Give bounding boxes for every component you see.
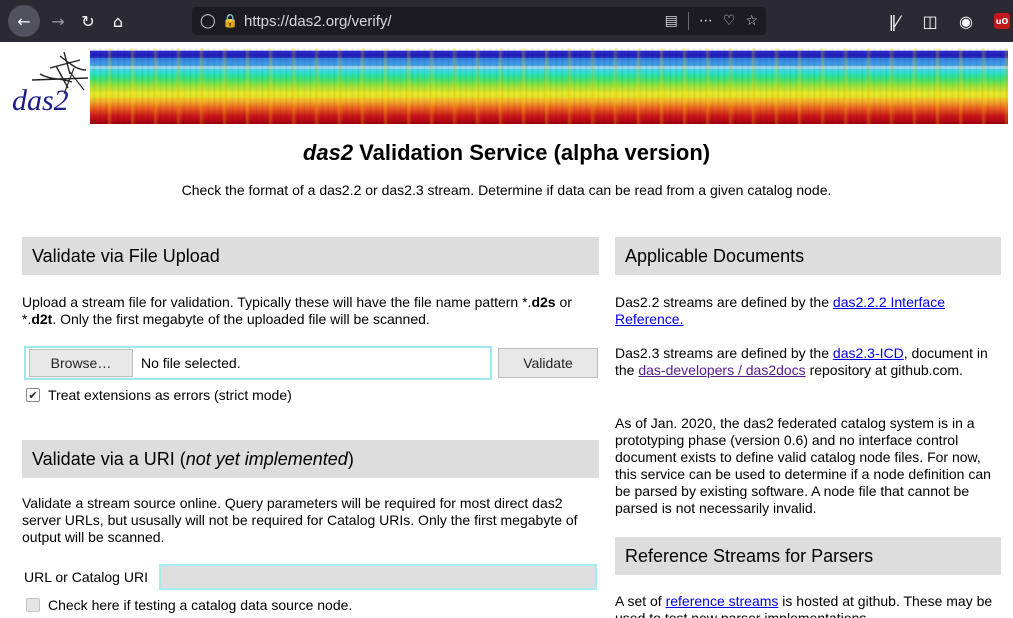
catalog-check-row: Check here if testing a catalog data sou… xyxy=(26,597,352,613)
strict-mode-checkbox[interactable]: ✔ xyxy=(26,388,40,402)
account-icon[interactable]: ◉ xyxy=(952,7,980,35)
reader-view-icon[interactable]: ▤ xyxy=(665,13,678,29)
not-implemented-note: not yet implemented xyxy=(185,448,348,469)
home-icon[interactable]: ⌂ xyxy=(104,7,132,35)
ext-d2t: d2t xyxy=(31,311,53,327)
arrow-right-icon[interactable]: → xyxy=(44,7,72,35)
docs-paragraph-2: Das2.3 streams are defined by the das2.3… xyxy=(615,345,988,378)
file-input[interactable]: Browse… No file selected. xyxy=(24,346,492,380)
ublock-icon[interactable]: uO xyxy=(988,7,1013,35)
shield-icon[interactable]: ◯ xyxy=(200,13,222,29)
strict-mode-row: ✔ Treat extensions as errors (strict mod… xyxy=(26,387,292,403)
das2docs-link[interactable]: das-developers / das2docs xyxy=(638,362,805,378)
page-subtitle: Check the format of a das2.2 or das2.3 s… xyxy=(181,182,832,198)
logo-text: das2 xyxy=(12,84,69,117)
browser-toolbar: ← → ↻ ⌂ ◯ 🔒 https://das2.org/verify/ ▤ ⋯… xyxy=(0,0,1013,42)
docs-paragraph-1: Das2.2 streams are defined by the das2.2… xyxy=(615,294,945,327)
upload-heading: Validate via File Upload xyxy=(22,237,599,275)
page-content: das2 das2 Validation Service (alpha vers… xyxy=(0,42,1013,618)
browse-button[interactable]: Browse… xyxy=(29,349,133,377)
site-banner: das2 xyxy=(0,42,1013,124)
uri-description: Validate a stream source online. Query p… xyxy=(22,495,578,545)
strict-mode-label: Treat extensions as errors (strict mode) xyxy=(48,387,292,403)
uri-label: URL or Catalog URI xyxy=(24,569,148,585)
lock-icon[interactable]: 🔒 xyxy=(222,14,244,29)
url-bar[interactable]: ◯ 🔒 https://das2.org/verify/ ▤ ⋯ ♡ ☆ xyxy=(192,7,766,35)
library-icon[interactable]: ‖⁄ xyxy=(880,7,908,35)
page-title: das2 Validation Service (alpha version) xyxy=(0,140,1013,166)
uri-heading: Validate via a URI (not yet implemented) xyxy=(22,440,599,478)
docs-paragraph-3: As of Jan. 2020, the das2 federated cata… xyxy=(615,415,991,516)
reference-streams-link[interactable]: reference streams xyxy=(666,593,779,609)
das2-3-icd-link[interactable]: das2.3-ICD xyxy=(833,345,904,361)
url-text[interactable]: https://das2.org/verify/ xyxy=(244,13,665,30)
upload-description: Upload a stream file for validation. Typ… xyxy=(22,294,572,327)
refstreams-heading: Reference Streams for Parsers xyxy=(615,537,1001,575)
more-icon[interactable]: ⋯ xyxy=(699,13,713,29)
arrow-left-icon[interactable]: ← xyxy=(8,5,40,37)
uri-input[interactable] xyxy=(159,564,597,590)
divider xyxy=(687,12,689,30)
spectrogram-image xyxy=(90,48,1008,124)
catalog-check-label: Check here if testing a catalog data sou… xyxy=(48,597,353,613)
reload-icon[interactable]: ↻ xyxy=(74,7,102,35)
sidebar-icon[interactable]: ◫ xyxy=(916,7,944,35)
das2-logo: das2 xyxy=(12,51,89,117)
star-icon[interactable]: ☆ xyxy=(745,13,758,29)
title-text: Validation Service (alpha version) xyxy=(353,140,711,165)
validate-button[interactable]: Validate xyxy=(498,348,598,378)
pocket-icon[interactable]: ♡ xyxy=(723,13,736,29)
refstreams-paragraph: A set of reference streams is hosted at … xyxy=(615,593,993,618)
docs-heading: Applicable Documents xyxy=(615,237,1001,275)
title-emphasis: das2 xyxy=(302,140,354,165)
file-status: No file selected. xyxy=(141,355,241,371)
ext-d2s: d2s xyxy=(531,294,556,310)
catalog-checkbox[interactable] xyxy=(26,598,40,612)
